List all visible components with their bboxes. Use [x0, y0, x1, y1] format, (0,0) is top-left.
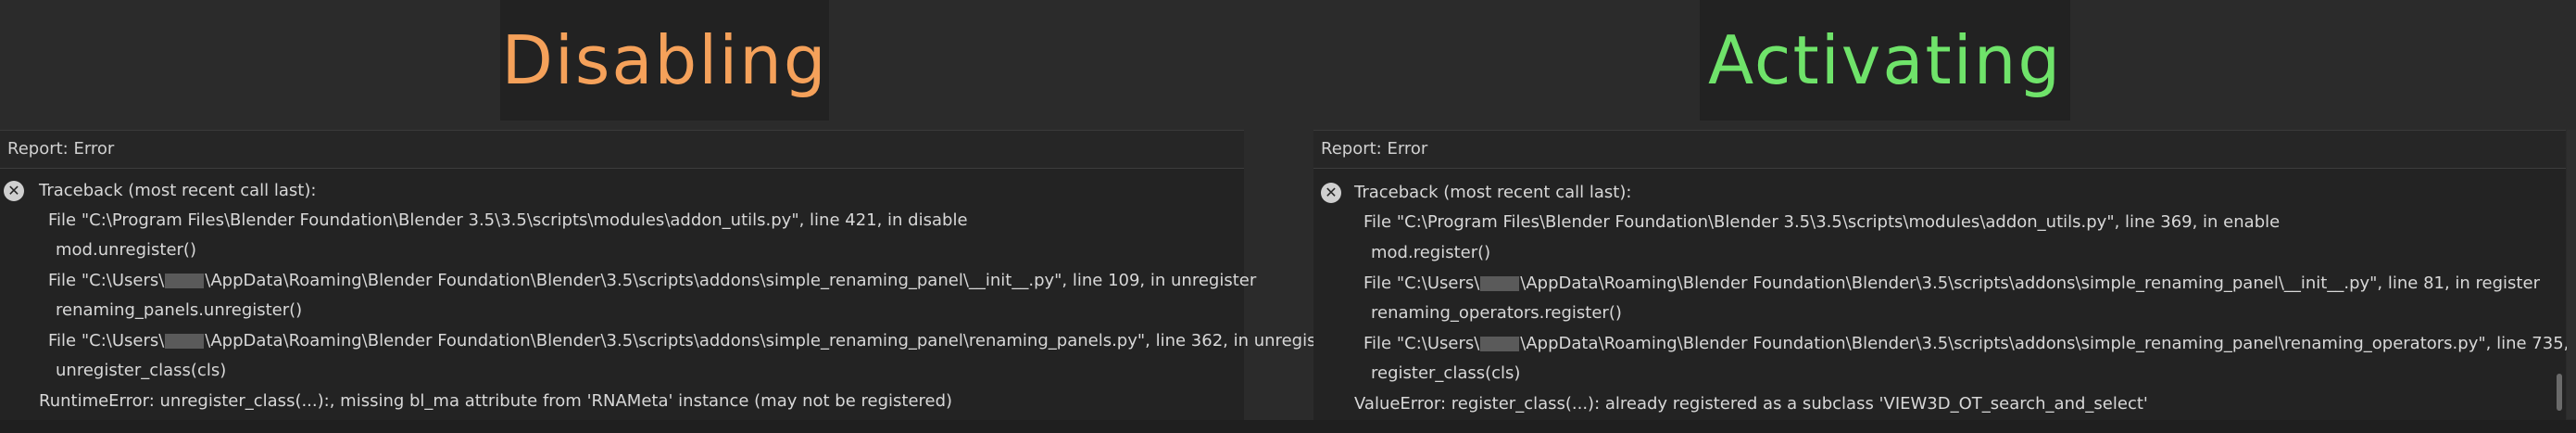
disabling-label: Disabling: [501, 21, 828, 99]
traceback-line: unregister_class(cls): [56, 361, 227, 380]
error-message: RuntimeError: unregister_class(...):, mi…: [39, 391, 953, 411]
traceback-line: File "C:\Users\ \AppData\Roaming\Blender …: [48, 271, 1257, 290]
error-message: ValueError: register_class(...): already…: [1354, 394, 2148, 414]
right-error-report-panel: Report: Error ✕ Traceback (most recent c…: [1313, 130, 2576, 420]
report-header: Report: Error: [0, 131, 1244, 169]
disabling-banner: Disabling: [500, 0, 829, 121]
redacted-username: [1480, 337, 1520, 351]
traceback-line: File "C:\Users\ \AppData\Roaming\Blender …: [1363, 334, 2576, 353]
traceback-line: register_class(cls): [1371, 363, 1521, 383]
traceback-line: File "C:\Program Files\Blender Foundatio…: [48, 210, 968, 230]
traceback-line: File "C:\Users\ \AppData\Roaming\Blender …: [48, 331, 1339, 350]
redacted-username: [165, 334, 205, 349]
editor-edge: [2567, 130, 2576, 419]
activating-label: Activating: [1707, 21, 2063, 99]
traceback-line: File "C:\Users\ \AppData\Roaming\Blender …: [1363, 274, 2540, 293]
redacted-username: [1480, 276, 1520, 291]
traceback-line: mod.register(): [1371, 243, 1491, 262]
traceback-line: Traceback (most recent call last):: [39, 181, 317, 200]
left-error-report-panel: Report: Error ✕ Traceback (most recent c…: [0, 130, 1339, 420]
traceback-line: renaming_panels.unregister(): [56, 300, 303, 320]
error-x-circle-icon: ✕: [4, 181, 24, 201]
report-header: Report: Error: [1313, 131, 2566, 169]
traceback-line: mod.unregister(): [56, 240, 196, 260]
traceback-line: File "C:\Program Files\Blender Foundatio…: [1363, 212, 2281, 232]
bottom-strip: [0, 420, 2576, 433]
vertical-scrollbar[interactable]: [2557, 374, 2562, 411]
error-x-circle-icon: ✕: [1321, 183, 1341, 203]
redacted-username: [165, 274, 205, 288]
traceback-line: renaming_operators.register(): [1371, 303, 1622, 323]
traceback-line: Traceback (most recent call last):: [1354, 183, 1632, 202]
activating-banner: Activating: [1700, 0, 2070, 121]
